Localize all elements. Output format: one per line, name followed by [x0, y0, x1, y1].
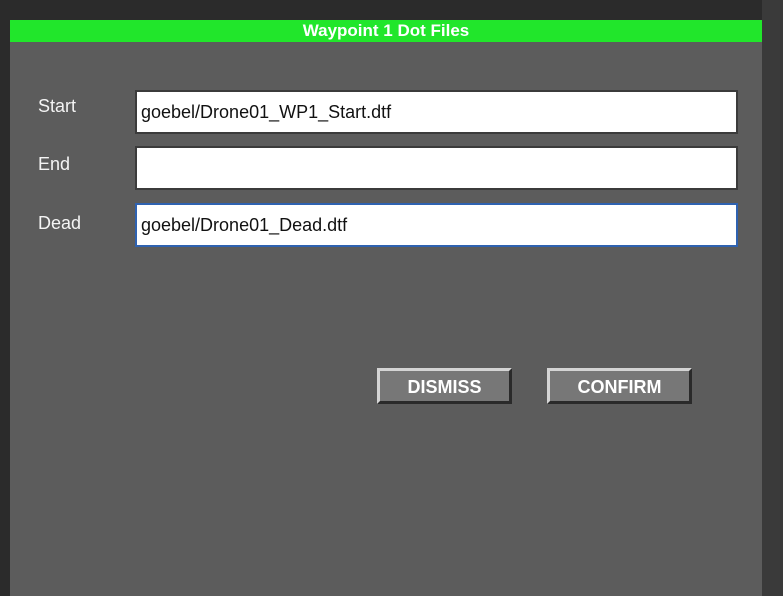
screen: Waypoint 1 Dot Files Start End Dead DISM… [0, 0, 783, 596]
start-file-field[interactable] [135, 90, 738, 134]
dialog-title: Waypoint 1 Dot Files [302, 21, 470, 40]
confirm-button-label: CONFIRM [577, 377, 662, 397]
dead-label: Dead [38, 213, 82, 233]
dialog-title-bar[interactable]: Waypoint 1 Dot Files [10, 20, 762, 42]
start-label: Start [38, 96, 77, 116]
dismiss-button[interactable]: DISMISS [377, 368, 512, 404]
waypoint-dot-files-dialog: Waypoint 1 Dot Files Start End Dead DISM… [10, 20, 762, 596]
dismiss-button-label: DISMISS [407, 377, 482, 397]
dead-file-field[interactable] [135, 203, 738, 247]
window-frame-right [762, 0, 783, 596]
window-frame-left [0, 0, 10, 596]
end-label: End [38, 154, 71, 174]
confirm-button[interactable]: CONFIRM [547, 368, 692, 404]
end-file-field[interactable] [135, 146, 738, 190]
window-frame-top [0, 0, 783, 20]
